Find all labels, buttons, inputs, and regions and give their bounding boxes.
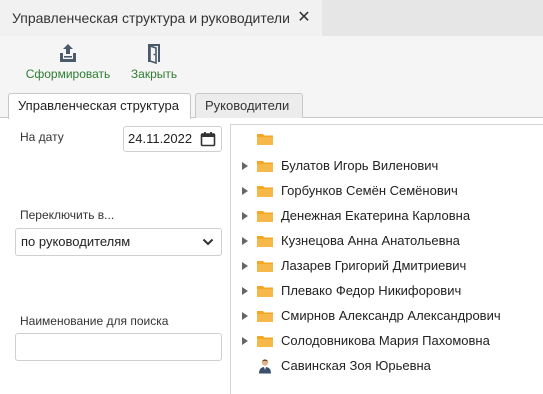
door-exit-icon <box>148 44 160 64</box>
tree-node-label: Савинская Зоя Юрьевна <box>281 358 431 373</box>
structure-tree: Булатов Игорь Виленович Горбунков Семён … <box>230 124 543 394</box>
folder-icon <box>257 186 273 197</box>
tree-node[interactable]: Солодовникова Мария Пахомовна <box>231 329 543 354</box>
close-button-label: Закрыть <box>130 67 178 81</box>
expand-arrow-icon[interactable] <box>242 287 248 295</box>
toolbar: Сформировать Закрыть <box>0 36 543 88</box>
person-icon <box>259 359 271 374</box>
tree-node[interactable]: Лазарев Григорий Дмитриевич <box>231 254 543 279</box>
tree-node-root[interactable] <box>231 127 543 152</box>
tab-strip: Управленческая структура Руководители <box>0 88 543 119</box>
tab-managers[interactable]: Руководители <box>195 93 303 118</box>
expand-arrow-icon[interactable] <box>242 212 248 220</box>
expand-arrow-icon[interactable] <box>242 237 248 245</box>
tree-node[interactable]: Горбунков Семён Семёнович <box>231 179 543 204</box>
tree-node-label: Лазарев Григорий Дмитриевич <box>281 258 467 273</box>
calendar-icon[interactable] <box>200 131 216 147</box>
tree-node-label: Горбунков Семён Семёнович <box>281 183 458 198</box>
export-tray-icon <box>60 44 76 62</box>
folder-icon <box>257 286 273 297</box>
folder-icon <box>257 311 273 322</box>
tree-node[interactable]: Денежная Екатерина Карловна <box>231 204 543 229</box>
expand-arrow-icon[interactable] <box>242 162 248 170</box>
expand-arrow-icon[interactable] <box>242 262 248 270</box>
folder-icon <box>257 211 273 222</box>
window-title: Управленческая структура и руководители <box>12 10 290 26</box>
tab-management-structure[interactable]: Управленческая структура <box>8 93 191 119</box>
tree-node-label: Солодовникова Мария Пахомовна <box>281 333 490 348</box>
switch-mode-select[interactable]: по руководителям <box>15 228 222 256</box>
switch-label: Переключить в... <box>20 208 115 222</box>
tree-node-label: Денежная Екатерина Карловна <box>281 208 471 223</box>
folder-icon <box>257 236 273 247</box>
tree-node[interactable]: Смирнов Александр Александрович <box>231 304 543 329</box>
search-input[interactable] <box>15 333 222 361</box>
window-tab-bar: Управленческая структура и руководители … <box>0 0 543 36</box>
search-label: Наименование для поиска <box>20 314 169 328</box>
date-value: 24.11.2022 <box>128 131 193 146</box>
folder-icon <box>257 134 273 145</box>
tree-node-label: Кузнецова Анна Анатольевна <box>281 233 460 248</box>
close-button[interactable]: Закрыть <box>128 39 180 85</box>
folder-icon <box>257 161 273 172</box>
tree-node[interactable]: Плевако Федор Никифорович <box>231 279 543 304</box>
folder-icon <box>257 261 273 272</box>
close-icon[interactable]: ✕ <box>296 9 312 27</box>
date-field[interactable]: 24.11.2022 <box>123 126 222 152</box>
filter-panel: На дату 24.11.2022 Переключить в... по р… <box>0 118 228 394</box>
date-label: На дату <box>20 130 64 144</box>
folder-icon <box>257 336 273 347</box>
expand-arrow-icon[interactable] <box>242 312 248 320</box>
tree-node[interactable]: Кузнецова Анна Анатольевна <box>231 229 543 254</box>
chevron-down-icon <box>202 238 214 246</box>
switch-mode-value: по руководителям <box>21 234 131 249</box>
tree-node[interactable]: Савинская Зоя Юрьевна <box>231 354 543 379</box>
tree-node-label: Булатов Игорь Виленович <box>281 158 439 173</box>
window-tab[interactable]: Управленческая структура и руководители … <box>0 0 322 36</box>
generate-button[interactable]: Сформировать <box>26 39 110 85</box>
expand-arrow-icon[interactable] <box>242 337 248 345</box>
tree-node-label: Смирнов Александр Александрович <box>281 308 501 323</box>
expand-arrow-icon[interactable] <box>242 187 248 195</box>
tree-node-label: Плевако Федор Никифорович <box>281 283 462 298</box>
tree-node[interactable]: Булатов Игорь Виленович <box>231 154 543 179</box>
generate-button-label: Сформировать <box>25 67 111 81</box>
